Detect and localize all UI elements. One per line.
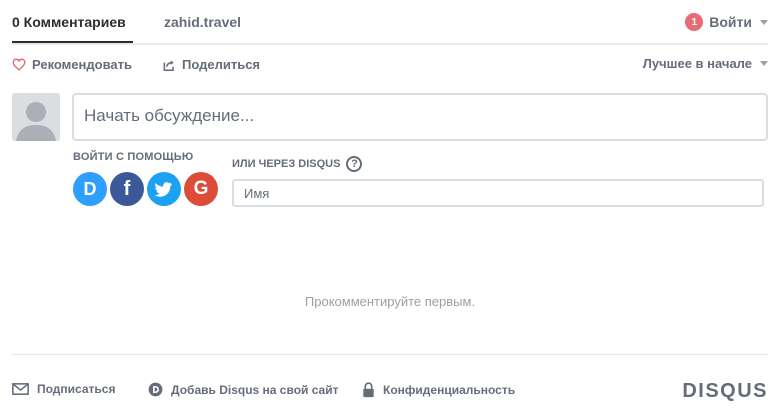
- share-label: Поделиться: [182, 57, 261, 72]
- disqus-logo[interactable]: DISQUS: [682, 380, 768, 403]
- privacy-label: Конфиденциальность: [383, 383, 516, 397]
- privacy-link[interactable]: Конфиденциальность: [362, 382, 515, 398]
- login-label: Войти: [709, 14, 752, 30]
- add-disqus-link[interactable]: Добавь Disqus на свой сайт: [148, 382, 338, 397]
- comment-input-placeholder: Начать обсуждение...: [84, 106, 255, 125]
- footer-divider: [12, 354, 768, 355]
- twitter-login-button[interactable]: [147, 172, 181, 206]
- facebook-login-button[interactable]: f: [110, 172, 144, 206]
- avatar: [12, 93, 60, 141]
- facebook-icon: f: [123, 177, 131, 200]
- disqus-logo-icon: [148, 382, 163, 397]
- name-field[interactable]: [232, 179, 764, 207]
- help-icon[interactable]: ?: [346, 156, 363, 172]
- login-with-label: ВОЙТИ С ПОМОЩЬЮ: [73, 151, 194, 163]
- google-icon: G: [193, 178, 209, 199]
- or-via-disqus: ИЛИ ЧЕРЕЗ DISQUS ?: [232, 156, 363, 172]
- disqus-login-button[interactable]: D: [73, 172, 107, 206]
- google-login-button[interactable]: G: [184, 172, 218, 206]
- envelope-icon: [12, 383, 29, 395]
- heart-icon: [12, 58, 26, 71]
- or-via-disqus-label: ИЛИ ЧЕРЕЗ DISQUS: [232, 158, 341, 170]
- sort-dropdown[interactable]: Лучшее в начале: [643, 56, 768, 71]
- tab-site[interactable]: zahid.travel: [164, 14, 241, 30]
- empty-state-message: Прокомментируйте первым.: [304, 294, 476, 309]
- sort-label: Лучшее в начале: [642, 56, 752, 71]
- add-disqus-label: Добавь Disqus на свой сайт: [171, 382, 339, 397]
- twitter-icon: [155, 181, 173, 197]
- nav-divider: [12, 43, 768, 45]
- notification-badge: 1: [685, 13, 704, 31]
- share-icon: [163, 59, 174, 71]
- subscribe-label: Подписаться: [37, 382, 116, 396]
- disqus-icon: D: [83, 178, 97, 199]
- chevron-down-icon: [760, 19, 768, 25]
- lock-icon: [363, 382, 374, 398]
- tab-comments[interactable]: 0 Комментариев: [12, 14, 126, 30]
- user-silhouette-icon: [12, 93, 60, 141]
- login-menu[interactable]: 1 Войти: [685, 13, 768, 31]
- share-button[interactable]: Поделиться: [162, 57, 260, 72]
- recommend-label: Рекомендовать: [32, 57, 132, 72]
- subscribe-link[interactable]: Подписаться: [12, 382, 115, 396]
- recommend-button[interactable]: Рекомендовать: [12, 57, 132, 72]
- chevron-down-icon: [760, 61, 768, 66]
